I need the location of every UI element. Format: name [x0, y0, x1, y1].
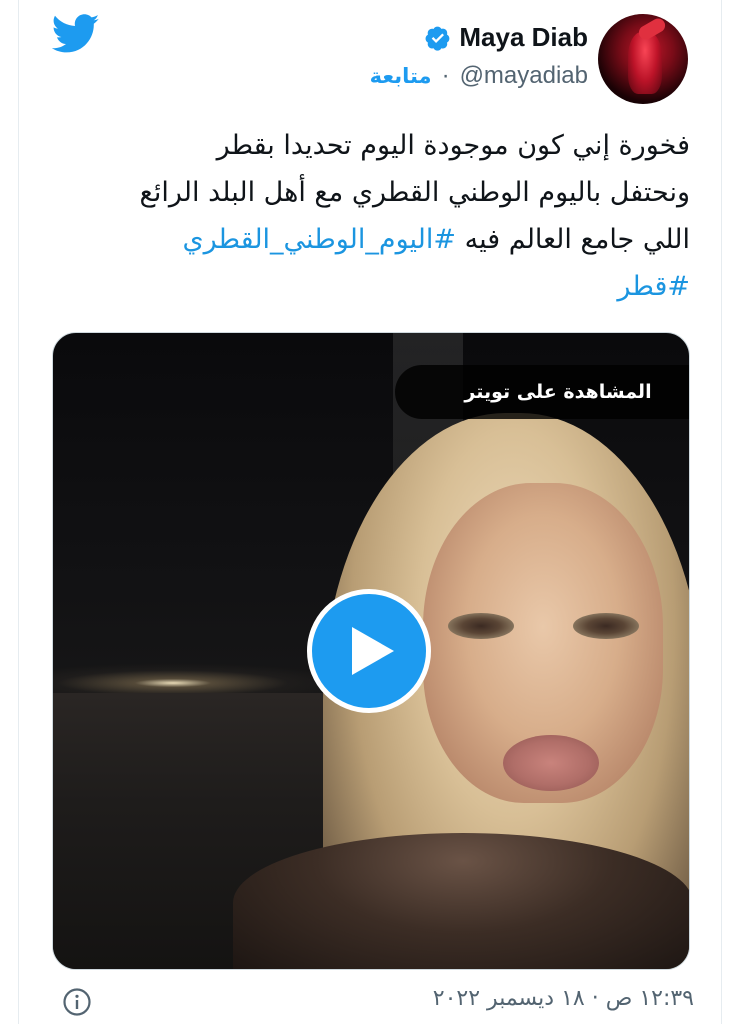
hashtag-link[interactable]: #قطر: [617, 271, 690, 302]
play-icon: [352, 627, 394, 675]
hashtag-link[interactable]: #اليوم_الوطني_القطري: [182, 224, 456, 255]
author-name-row[interactable]: Maya Diab: [425, 22, 588, 53]
author-handle-row: متابعة · @mayadiab: [370, 62, 588, 90]
verified-badge-icon: [425, 26, 450, 51]
author-handle[interactable]: @mayadiab: [460, 62, 588, 90]
play-button[interactable]: [307, 589, 431, 713]
person-eye-left: [448, 613, 514, 639]
tweet-line: اللي جامع العالم فيه: [464, 224, 690, 255]
watch-on-twitter-label[interactable]: المشاهدة على تويتر: [395, 365, 689, 419]
tweet-line-with-hashtag: اللي جامع العالم فيه #اليوم_الوطني_القطر…: [100, 216, 690, 263]
tweet-text: فخورة إني كون موجودة اليوم تحديدا بقطر و…: [100, 122, 691, 310]
twitter-bird-icon[interactable]: [52, 14, 100, 54]
author-name[interactable]: Maya Diab: [459, 22, 588, 53]
person-outfit: [233, 833, 689, 969]
separator-dot: ·: [441, 62, 450, 89]
avatar-figure: [628, 32, 662, 94]
follow-button[interactable]: متابعة: [370, 64, 432, 88]
info-icon[interactable]: [62, 987, 92, 1017]
tweet-line: ونحتفل باليوم الوطني القطري مع أهل البلد…: [139, 177, 691, 208]
tweet-line: فخورة إني كون موجودة اليوم تحديدا بقطر: [216, 130, 690, 161]
video-media[interactable]: المشاهدة على تويتر: [52, 332, 690, 970]
tweet-timestamp[interactable]: ١٢:٣٩ ص · ١٨ ديسمبر ٢٠٢٢: [433, 986, 694, 1011]
person-lips: [503, 735, 599, 791]
person-eye-right: [573, 613, 639, 639]
avatar[interactable]: [598, 14, 688, 104]
